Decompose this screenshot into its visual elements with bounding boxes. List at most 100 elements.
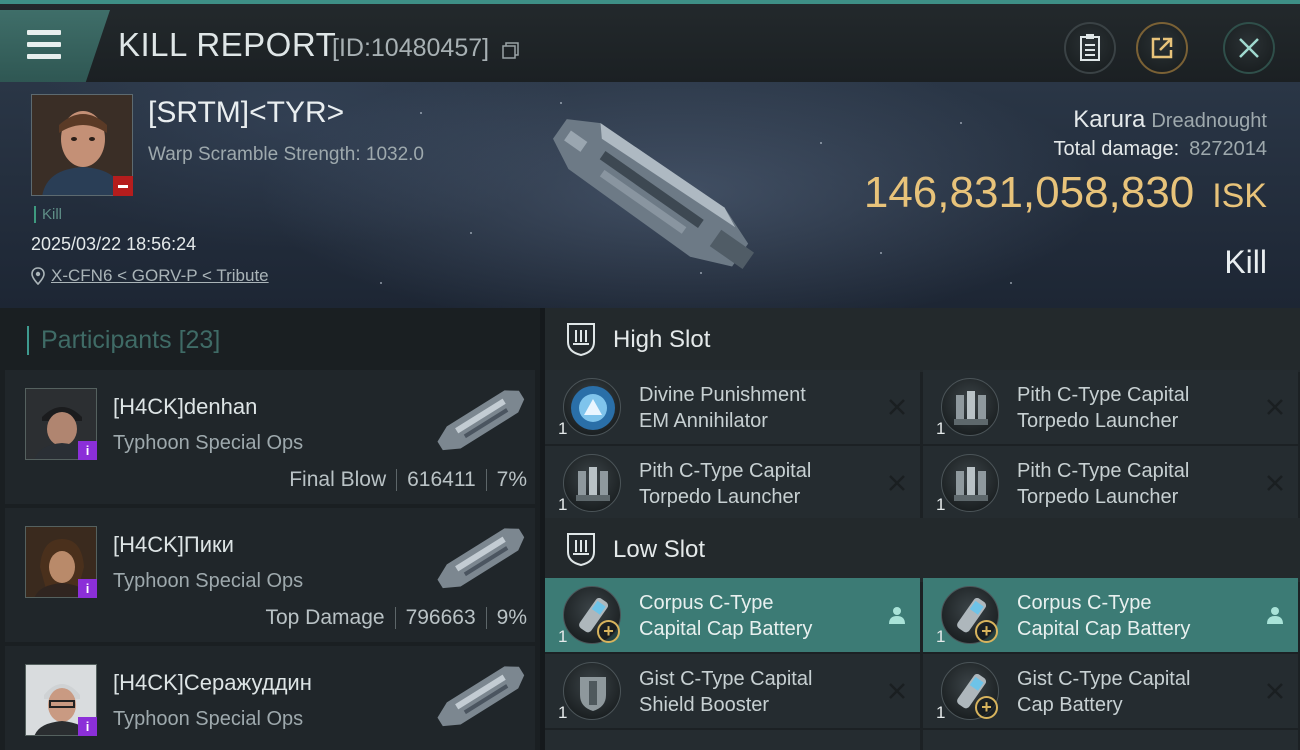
participant-ship-image (437, 528, 525, 589)
close-button[interactable] (1223, 22, 1275, 74)
module-name: Gist C-Type Capital Cap Battery (1017, 666, 1190, 718)
kill-tag: Kill (34, 206, 62, 223)
module-name-line2: Torpedo Launcher (639, 486, 801, 508)
kill-timestamp: 2025/03/22 18:56:24 (31, 234, 197, 254)
module-card[interactable]: 1 Pith C-Type Capital Torpedo Launcher (545, 446, 920, 520)
result-label: Kill (1224, 244, 1267, 280)
module-quantity: 1 (936, 495, 946, 514)
module-card[interactable]: 1 Divine Punishment EM Annihilator (545, 370, 920, 444)
module-quantity: 1 (558, 495, 568, 514)
shield-booster-icon (563, 662, 621, 720)
close-icon (1239, 38, 1259, 58)
module-name: Divine Punishment EM Annihilator (639, 382, 806, 434)
module-name-line1: Gist C-Type Capital (1017, 668, 1191, 690)
participant-damage: 796663 (405, 606, 476, 629)
victim-name[interactable]: [SRTM]<TYR> (148, 96, 344, 130)
participant-name: [H4CK]Пики (113, 532, 234, 557)
isk-amount: 146,831,058,830 (863, 168, 1195, 217)
isk-value: 146,831,058,830 ISK (864, 168, 1267, 218)
participant-stats: Final Blow 616411 7% (289, 468, 527, 492)
isk-unit: ISK (1212, 177, 1267, 215)
destroyed-icon (1267, 475, 1283, 491)
module-card[interactable]: + 1 Corpus C-Type Capital Cap Battery (923, 578, 1298, 652)
low-slot-header: Low Slot (545, 518, 1300, 582)
ship-name-text: Karura (1073, 106, 1146, 133)
module-card[interactable]: + 1 Gist C-Type Capital Cap Battery (923, 654, 1298, 728)
high-slot-header: High Slot (545, 308, 1300, 372)
module-card[interactable]: 1 Gist C-Type Capital Shield Booster (545, 654, 920, 728)
participants-count: [23] (178, 326, 221, 354)
location-link[interactable]: X-CFN6 < GORV-P < Tribute (31, 266, 269, 286)
em-annihilator-icon (563, 378, 621, 436)
participant-card[interactable]: i [H4CK]Пики Typhoon Special Ops Top Dam… (5, 508, 535, 642)
dropped-person-icon (889, 607, 905, 624)
participant-ship: Typhoon Special Ops (113, 432, 304, 454)
module-name-line1: Divine Punishment (639, 384, 806, 406)
total-damage-value: 8272014 (1189, 138, 1267, 160)
participant-card[interactable]: i [H4CK]denhan Typhoon Special Ops Final… (5, 370, 535, 504)
module-name: Pith C-Type Capital Torpedo Launcher (639, 458, 811, 510)
participant-ship-image (437, 390, 525, 451)
torpedo-launcher-icon (941, 378, 999, 436)
participant-percent: 9% (496, 606, 527, 629)
victim-banner: [SRTM]<TYR> Warp Scramble Strength: 1032… (0, 82, 1300, 308)
module-card[interactable]: 1 Pith C-Type Capital Torpedo Launcher (923, 370, 1298, 444)
warp-scramble-strength: Warp Scramble Strength: 1032.0 (148, 144, 424, 165)
module-name: Corpus C-Type Capital Cap Battery (639, 590, 812, 642)
plus-icon: + (975, 696, 998, 719)
clipboard-button[interactable] (1064, 22, 1116, 74)
module-name: Corpus C-Type Capital Cap Battery (1017, 590, 1190, 642)
module-name-line1: Pith C-Type Capital (1017, 384, 1190, 406)
hostile-badge (113, 176, 133, 196)
module-quantity: 1 (936, 627, 946, 646)
module-name-line2: Capital Cap Battery (639, 618, 813, 640)
participants-panel: Participants [23] i [H4CK]denhan Typhoon… (0, 308, 540, 750)
participant-percent: 7% (496, 468, 527, 491)
share-icon (1151, 37, 1173, 59)
top-bar: KILL REPORT [ID:10480457] (0, 0, 1300, 82)
total-damage-label: Total damage: (1053, 138, 1180, 160)
module-name-line1: Corpus C-Type (1017, 592, 1152, 614)
menu-button[interactable] (0, 10, 110, 82)
participant-name: [H4CK]denhan (113, 394, 258, 419)
participants-header: Participants [23] (27, 326, 220, 355)
module-name: Pith C-Type Capital Torpedo Launcher (1017, 458, 1189, 510)
module-card[interactable]: 1 Pith C-Type Capital Torpedo Launcher (923, 446, 1298, 520)
participant-ship: Typhoon Special Ops (113, 570, 304, 592)
module-card[interactable]: + 1 Corpus C-Type Capital Cap Battery (545, 578, 920, 652)
module-name-line1: Pith C-Type Capital (639, 460, 812, 482)
module-quantity: 1 (936, 419, 946, 438)
participant-badge: i (78, 579, 97, 598)
share-button[interactable] (1136, 22, 1188, 74)
module-name-line1: Pith C-Type Capital (1017, 460, 1190, 482)
module-quantity: 1 (936, 703, 946, 722)
participant-tag: Final Blow (289, 468, 387, 491)
module-quantity: 1 (558, 419, 568, 438)
low-slot-title: Low Slot (613, 536, 706, 563)
dropped-person-icon (1267, 607, 1283, 624)
module-name-line2: EM Annihilator (639, 410, 768, 432)
report-id: [ID:10480457] (332, 34, 490, 62)
module-name: Pith C-Type Capital Torpedo Launcher (1017, 382, 1189, 434)
destroyed-icon (889, 475, 905, 491)
module-card-partial[interactable] (545, 730, 920, 750)
module-quantity: 1 (558, 627, 568, 646)
participant-card[interactable]: i [H4CK]Серажуддин Typhoon Special Ops (5, 646, 535, 750)
destroyed-icon (889, 399, 905, 415)
torpedo-launcher-icon (941, 454, 999, 512)
participant-badge: i (78, 441, 97, 460)
participant-damage: 616411 (407, 468, 476, 491)
torpedo-launcher-icon (563, 454, 621, 512)
destroyed-icon (1267, 399, 1283, 415)
plus-icon: + (597, 620, 620, 643)
copy-icon[interactable] (502, 42, 519, 59)
participants-label: Participants (41, 326, 172, 354)
participant-stats: Top Damage 796663 9% (265, 606, 527, 630)
module-name-line2: Shield Booster (639, 694, 770, 716)
participant-name: [H4CK]Серажуддин (113, 670, 312, 695)
module-name-line2: Torpedo Launcher (1017, 410, 1179, 432)
module-name-line2: Torpedo Launcher (1017, 486, 1179, 508)
module-card-partial[interactable] (923, 730, 1298, 750)
ship-class: Dreadnought (1151, 110, 1267, 132)
victim-ship-image (553, 119, 755, 270)
